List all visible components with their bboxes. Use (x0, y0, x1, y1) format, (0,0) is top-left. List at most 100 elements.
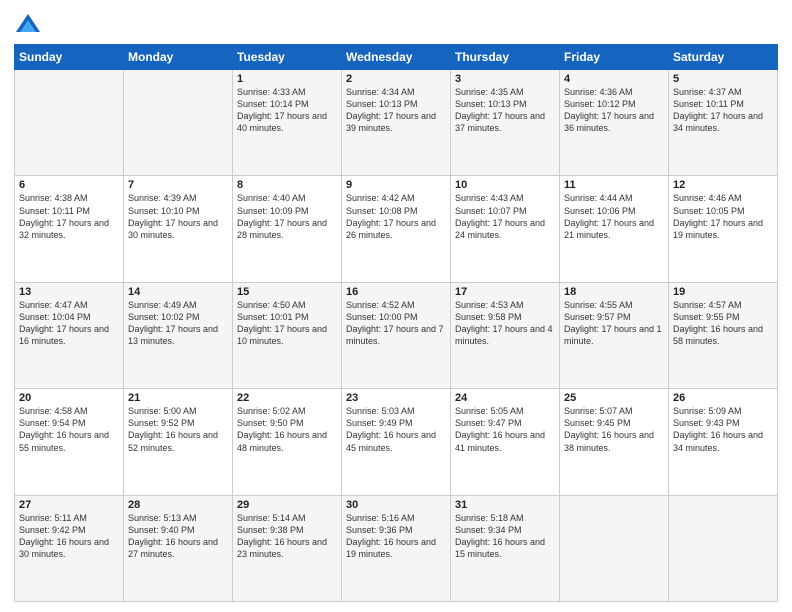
day-cell: 15Sunrise: 4:50 AM Sunset: 10:01 PM Dayl… (233, 282, 342, 388)
day-number: 22 (237, 392, 337, 404)
day-cell: 29Sunrise: 5:14 AM Sunset: 9:38 PM Dayli… (233, 495, 342, 601)
day-detail: Sunrise: 5:09 AM Sunset: 9:43 PM Dayligh… (673, 405, 773, 454)
day-detail: Sunrise: 5:03 AM Sunset: 9:49 PM Dayligh… (346, 405, 446, 454)
day-cell: 7Sunrise: 4:39 AM Sunset: 10:10 PM Dayli… (124, 176, 233, 282)
day-number: 9 (346, 179, 446, 191)
day-cell: 24Sunrise: 5:05 AM Sunset: 9:47 PM Dayli… (451, 389, 560, 495)
day-number: 17 (455, 286, 555, 298)
week-row-0: 1Sunrise: 4:33 AM Sunset: 10:14 PM Dayli… (15, 70, 778, 176)
day-number: 29 (237, 499, 337, 511)
day-cell: 6Sunrise: 4:38 AM Sunset: 10:11 PM Dayli… (15, 176, 124, 282)
logo-icon (14, 10, 42, 38)
day-number: 13 (19, 286, 119, 298)
day-detail: Sunrise: 4:40 AM Sunset: 10:09 PM Daylig… (237, 192, 337, 241)
day-detail: Sunrise: 4:58 AM Sunset: 9:54 PM Dayligh… (19, 405, 119, 454)
day-detail: Sunrise: 5:05 AM Sunset: 9:47 PM Dayligh… (455, 405, 555, 454)
day-number: 30 (346, 499, 446, 511)
day-detail: Sunrise: 4:57 AM Sunset: 9:55 PM Dayligh… (673, 299, 773, 348)
day-detail: Sunrise: 4:36 AM Sunset: 10:12 PM Daylig… (564, 86, 664, 135)
day-cell: 18Sunrise: 4:55 AM Sunset: 9:57 PM Dayli… (560, 282, 669, 388)
week-row-1: 6Sunrise: 4:38 AM Sunset: 10:11 PM Dayli… (15, 176, 778, 282)
day-cell: 19Sunrise: 4:57 AM Sunset: 9:55 PM Dayli… (669, 282, 778, 388)
day-cell (15, 70, 124, 176)
day-detail: Sunrise: 5:14 AM Sunset: 9:38 PM Dayligh… (237, 512, 337, 561)
day-number: 14 (128, 286, 228, 298)
calendar-table: SundayMondayTuesdayWednesdayThursdayFrid… (14, 44, 778, 602)
day-detail: Sunrise: 4:43 AM Sunset: 10:07 PM Daylig… (455, 192, 555, 241)
day-detail: Sunrise: 5:13 AM Sunset: 9:40 PM Dayligh… (128, 512, 228, 561)
day-number: 10 (455, 179, 555, 191)
day-number: 19 (673, 286, 773, 298)
day-number: 4 (564, 73, 664, 85)
day-cell: 5Sunrise: 4:37 AM Sunset: 10:11 PM Dayli… (669, 70, 778, 176)
day-number: 15 (237, 286, 337, 298)
day-number: 31 (455, 499, 555, 511)
day-cell: 21Sunrise: 5:00 AM Sunset: 9:52 PM Dayli… (124, 389, 233, 495)
day-detail: Sunrise: 4:53 AM Sunset: 9:58 PM Dayligh… (455, 299, 555, 348)
day-cell: 28Sunrise: 5:13 AM Sunset: 9:40 PM Dayli… (124, 495, 233, 601)
day-detail: Sunrise: 4:49 AM Sunset: 10:02 PM Daylig… (128, 299, 228, 348)
day-cell (124, 70, 233, 176)
day-detail: Sunrise: 5:00 AM Sunset: 9:52 PM Dayligh… (128, 405, 228, 454)
day-detail: Sunrise: 4:47 AM Sunset: 10:04 PM Daylig… (19, 299, 119, 348)
day-number: 26 (673, 392, 773, 404)
day-detail: Sunrise: 4:39 AM Sunset: 10:10 PM Daylig… (128, 192, 228, 241)
day-detail: Sunrise: 5:18 AM Sunset: 9:34 PM Dayligh… (455, 512, 555, 561)
day-cell: 10Sunrise: 4:43 AM Sunset: 10:07 PM Dayl… (451, 176, 560, 282)
day-detail: Sunrise: 4:44 AM Sunset: 10:06 PM Daylig… (564, 192, 664, 241)
day-cell: 17Sunrise: 4:53 AM Sunset: 9:58 PM Dayli… (451, 282, 560, 388)
header-saturday: Saturday (669, 45, 778, 70)
day-cell: 3Sunrise: 4:35 AM Sunset: 10:13 PM Dayli… (451, 70, 560, 176)
day-detail: Sunrise: 4:34 AM Sunset: 10:13 PM Daylig… (346, 86, 446, 135)
day-number: 28 (128, 499, 228, 511)
day-cell: 22Sunrise: 5:02 AM Sunset: 9:50 PM Dayli… (233, 389, 342, 495)
day-cell: 16Sunrise: 4:52 AM Sunset: 10:00 PM Dayl… (342, 282, 451, 388)
day-cell: 9Sunrise: 4:42 AM Sunset: 10:08 PM Dayli… (342, 176, 451, 282)
day-cell: 2Sunrise: 4:34 AM Sunset: 10:13 PM Dayli… (342, 70, 451, 176)
day-detail: Sunrise: 4:42 AM Sunset: 10:08 PM Daylig… (346, 192, 446, 241)
day-detail: Sunrise: 5:11 AM Sunset: 9:42 PM Dayligh… (19, 512, 119, 561)
day-detail: Sunrise: 4:38 AM Sunset: 10:11 PM Daylig… (19, 192, 119, 241)
day-detail: Sunrise: 4:37 AM Sunset: 10:11 PM Daylig… (673, 86, 773, 135)
top-bar (14, 10, 778, 38)
day-cell: 14Sunrise: 4:49 AM Sunset: 10:02 PM Dayl… (124, 282, 233, 388)
day-number: 12 (673, 179, 773, 191)
week-row-4: 27Sunrise: 5:11 AM Sunset: 9:42 PM Dayli… (15, 495, 778, 601)
day-cell: 4Sunrise: 4:36 AM Sunset: 10:12 PM Dayli… (560, 70, 669, 176)
day-cell: 26Sunrise: 5:09 AM Sunset: 9:43 PM Dayli… (669, 389, 778, 495)
day-cell: 27Sunrise: 5:11 AM Sunset: 9:42 PM Dayli… (15, 495, 124, 601)
week-row-3: 20Sunrise: 4:58 AM Sunset: 9:54 PM Dayli… (15, 389, 778, 495)
day-number: 2 (346, 73, 446, 85)
day-number: 8 (237, 179, 337, 191)
day-number: 3 (455, 73, 555, 85)
day-number: 20 (19, 392, 119, 404)
day-number: 27 (19, 499, 119, 511)
header-thursday: Thursday (451, 45, 560, 70)
header-row: SundayMondayTuesdayWednesdayThursdayFrid… (15, 45, 778, 70)
day-detail: Sunrise: 5:07 AM Sunset: 9:45 PM Dayligh… (564, 405, 664, 454)
day-detail: Sunrise: 5:16 AM Sunset: 9:36 PM Dayligh… (346, 512, 446, 561)
day-number: 16 (346, 286, 446, 298)
day-cell: 1Sunrise: 4:33 AM Sunset: 10:14 PM Dayli… (233, 70, 342, 176)
header-sunday: Sunday (15, 45, 124, 70)
day-number: 7 (128, 179, 228, 191)
day-number: 11 (564, 179, 664, 191)
header-tuesday: Tuesday (233, 45, 342, 70)
day-cell: 11Sunrise: 4:44 AM Sunset: 10:06 PM Dayl… (560, 176, 669, 282)
day-cell: 13Sunrise: 4:47 AM Sunset: 10:04 PM Dayl… (15, 282, 124, 388)
day-detail: Sunrise: 4:55 AM Sunset: 9:57 PM Dayligh… (564, 299, 664, 348)
day-number: 25 (564, 392, 664, 404)
day-number: 5 (673, 73, 773, 85)
day-cell (560, 495, 669, 601)
day-cell: 20Sunrise: 4:58 AM Sunset: 9:54 PM Dayli… (15, 389, 124, 495)
day-number: 21 (128, 392, 228, 404)
header-monday: Monday (124, 45, 233, 70)
day-cell: 23Sunrise: 5:03 AM Sunset: 9:49 PM Dayli… (342, 389, 451, 495)
day-cell: 31Sunrise: 5:18 AM Sunset: 9:34 PM Dayli… (451, 495, 560, 601)
day-number: 23 (346, 392, 446, 404)
day-number: 1 (237, 73, 337, 85)
day-cell: 12Sunrise: 4:46 AM Sunset: 10:05 PM Dayl… (669, 176, 778, 282)
day-detail: Sunrise: 5:02 AM Sunset: 9:50 PM Dayligh… (237, 405, 337, 454)
week-row-2: 13Sunrise: 4:47 AM Sunset: 10:04 PM Dayl… (15, 282, 778, 388)
logo (14, 10, 46, 38)
